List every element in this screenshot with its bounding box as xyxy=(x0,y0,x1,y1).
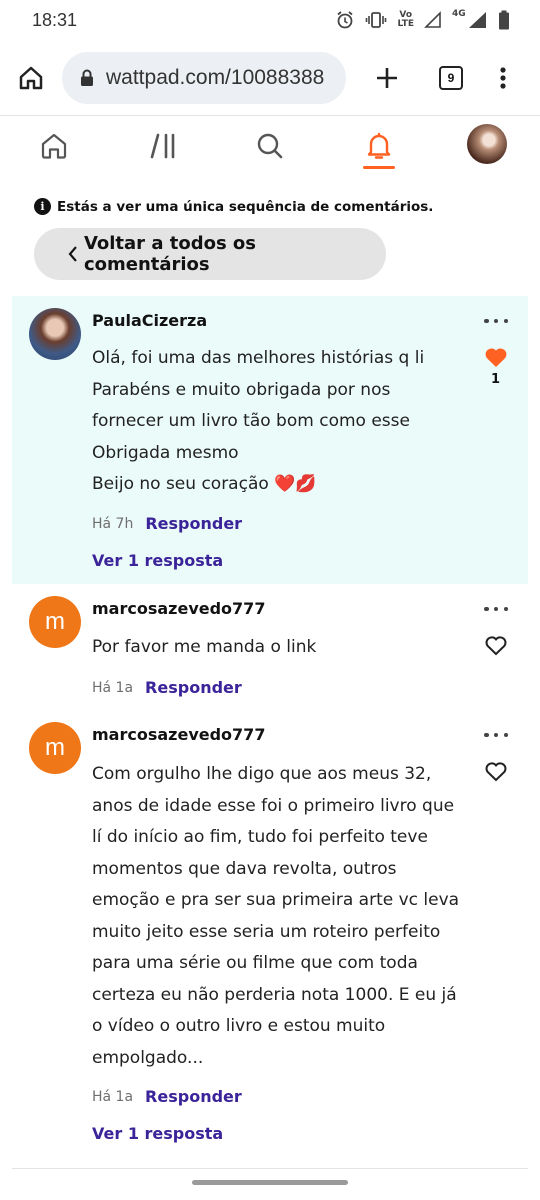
browser-toolbar: wattpad.com/10088388 9 xyxy=(0,40,540,116)
comment-time: Há 1a xyxy=(92,1088,134,1105)
volte-icon: Vo LTE xyxy=(397,11,414,29)
home-icon xyxy=(41,133,67,159)
comment-item: m marcosazevedo777 Por favor me manda o … xyxy=(12,584,528,712)
heart-outline-icon[interactable] xyxy=(484,760,508,782)
comment-username[interactable]: PaulaCizerza xyxy=(92,311,207,330)
like-count: 1 xyxy=(491,372,501,387)
reply-button[interactable]: Responder xyxy=(145,678,242,697)
signal-icon xyxy=(424,11,441,28)
nav-library[interactable] xyxy=(143,124,183,168)
active-nav-indicator xyxy=(363,166,395,169)
comment-line: anos de idade esse foi o primeiro livro … xyxy=(92,795,455,816)
comment-item: m marcosazevedo777 Com orgulho lhe digo … xyxy=(12,710,528,1160)
new-tab-button[interactable] xyxy=(370,61,404,95)
comment-line: para uma série ou filme que com toda xyxy=(92,953,418,973)
chevron-left-icon xyxy=(68,246,77,262)
network-label: 4G xyxy=(452,9,466,19)
notice-text: Estás a ver uma única sequência de comen… xyxy=(57,198,434,215)
comment-line: Parabéns e muito obrigada por nos xyxy=(92,379,391,400)
status-icons: Vo LTE 4G xyxy=(335,10,510,30)
comment-username[interactable]: marcosazevedo777 xyxy=(92,599,265,618)
comment-line: Por favor me manda o link xyxy=(92,637,317,657)
comment-item: PaulaCizerza Olá, foi uma das melhores h… xyxy=(12,296,528,584)
lock-icon xyxy=(81,69,93,86)
address-bar[interactable]: wattpad.com/10088388 xyxy=(62,51,346,104)
comment-line: Olá, foi uma das melhores histórias q li xyxy=(92,348,425,368)
back-to-all-comments-button[interactable]: Voltar a todos os comentários xyxy=(34,228,386,280)
single-thread-notice: i Estás a ver uma única sequência de com… xyxy=(34,198,433,215)
bell-icon xyxy=(367,132,391,159)
url-text: wattpad.com/10088388 xyxy=(106,65,325,89)
4g-signal-icon: 4G xyxy=(452,10,488,30)
comment-line: o vídeo o outro livro e estou muito xyxy=(92,1016,386,1036)
comment-text: Com orgulho lhe digo que aos meus 32, an… xyxy=(92,759,460,1074)
tabs-button[interactable]: 9 xyxy=(434,61,468,95)
comment-meta: Há 1a Responder xyxy=(92,678,242,697)
divider xyxy=(12,1168,528,1169)
info-icon: i xyxy=(34,198,51,215)
comment-meta: Há 1a Responder xyxy=(92,1087,242,1106)
comment-line: muito jeito esse seria um roteiro perfei… xyxy=(92,921,441,942)
search-icon xyxy=(257,133,283,159)
more-options-icon[interactable] xyxy=(484,730,508,740)
comment-text: Olá, foi uma das melhores histórias q li… xyxy=(92,343,452,501)
comment-time: Há 7h xyxy=(92,515,134,532)
comment-time: Há 1a xyxy=(92,679,134,696)
comment-line: Com orgulho lhe digo que aos meus 32, xyxy=(92,764,432,784)
library-icon xyxy=(150,133,175,159)
more-options-icon[interactable] xyxy=(484,316,508,326)
status-time: 18:31 xyxy=(32,9,78,30)
avatar[interactable]: m xyxy=(29,722,81,774)
gesture-navigation-bar[interactable] xyxy=(192,1180,348,1185)
view-replies-link[interactable]: Ver 1 resposta xyxy=(92,1124,223,1143)
plus-icon xyxy=(377,67,397,88)
reply-button[interactable]: Responder xyxy=(145,514,242,533)
comment-line: Obrigada mesmo xyxy=(92,442,239,463)
profile-avatar[interactable] xyxy=(467,124,507,164)
comment-meta: Há 7h Responder xyxy=(92,514,242,533)
view-replies-link[interactable]: Ver 1 resposta xyxy=(92,551,223,570)
comment-line: empolgado... xyxy=(92,1047,204,1068)
volte-label-bottom: LTE xyxy=(397,19,414,29)
more-options-icon[interactable] xyxy=(484,604,508,614)
comment-line: lí do início ao fim, tudo foi perfeito t… xyxy=(92,827,428,847)
app-nav xyxy=(0,116,540,176)
browser-home-button[interactable] xyxy=(14,61,48,95)
alarm-icon xyxy=(337,11,354,29)
avatar[interactable] xyxy=(29,308,81,360)
tabs-icon: 9 xyxy=(439,65,463,90)
comment-text: Por favor me manda o link xyxy=(92,632,452,664)
battery-icon xyxy=(499,10,509,30)
reply-button[interactable]: Responder xyxy=(145,1087,242,1106)
comment-line: momentos que dava revolta, outros xyxy=(92,858,397,879)
comment-line: emoção e pra ser sua primeira arte vc le… xyxy=(92,890,460,910)
more-vert-icon xyxy=(500,66,506,89)
comment-line: fornecer um livro tão bom como esse xyxy=(92,411,410,431)
nav-notifications[interactable] xyxy=(359,124,399,168)
heart-filled-icon[interactable] xyxy=(484,346,508,368)
home-icon xyxy=(19,66,43,89)
comment-line: Beijo no seu coração ❤️💋 xyxy=(92,474,317,494)
vibrate-icon xyxy=(366,12,387,28)
comment-username[interactable]: marcosazevedo777 xyxy=(92,725,265,744)
nav-home[interactable] xyxy=(34,124,74,168)
browser-menu-button[interactable] xyxy=(486,61,520,95)
avatar[interactable]: m xyxy=(29,596,81,648)
back-button-label: Voltar a todos os comentários xyxy=(83,233,257,275)
nav-search[interactable] xyxy=(250,124,290,168)
heart-outline-icon[interactable] xyxy=(484,634,508,656)
comment-line: certeza eu não perderia nota 1000. E eu … xyxy=(92,984,457,1005)
status-bar: 18:31 Vo LTE 4G xyxy=(0,0,540,40)
